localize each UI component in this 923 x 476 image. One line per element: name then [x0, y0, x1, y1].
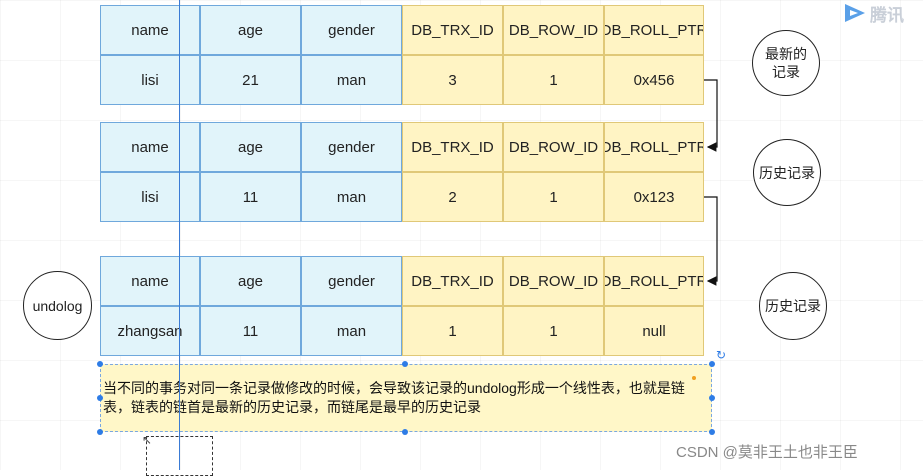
cell-db-trx-id: 1	[402, 306, 503, 356]
resize-handle-top[interactable]	[402, 361, 408, 367]
cell-age: 11	[200, 172, 301, 222]
cell-db-roll-ptr: null	[604, 306, 704, 356]
note-text: 当不同的事务对同一条记录做修改的时候，会导致该记录的undolog形成一个线性表…	[103, 380, 685, 415]
header-gender: gender	[301, 256, 402, 306]
cell-gender: man	[301, 55, 402, 105]
header-db-roll-ptr: DB_ROLL_PTR	[604, 256, 704, 306]
header-db-trx-id: DB_TRX_ID	[402, 122, 503, 172]
vertical-guide-line	[179, 0, 180, 470]
resize-handle-right[interactable]	[709, 395, 715, 401]
circle-undolog-label: undolog	[32, 297, 83, 314]
cell-name: zhangsan	[100, 306, 200, 356]
header-db-roll-ptr: DB_ROLL_PTR	[604, 122, 704, 172]
resize-handle-bottom-left[interactable]	[97, 429, 103, 435]
cell-name: lisi	[100, 172, 200, 222]
header-db-row-id: DB_ROW_ID	[503, 256, 604, 306]
circle-latest-record[interactable]: 最新的记录	[752, 30, 820, 96]
play-logo-icon	[845, 4, 865, 22]
header-gender: gender	[301, 5, 402, 55]
record-table-history-1[interactable]: name age gender DB_TRX_ID DB_ROW_ID DB_R…	[100, 122, 704, 222]
dashed-selection-box	[146, 436, 213, 476]
circle-history-label: 历史记录	[765, 298, 821, 314]
cell-name: lisi	[100, 55, 200, 105]
resize-handle-top-right[interactable]	[709, 361, 715, 367]
rotate-handle-icon[interactable]: ↻	[716, 348, 726, 362]
header-age: age	[200, 122, 301, 172]
resize-handle-left[interactable]	[97, 395, 103, 401]
circle-history-record-1[interactable]: 历史记录	[753, 139, 821, 206]
cursor-icon: ↖	[142, 433, 153, 447]
record-table-history-2[interactable]: name age gender DB_TRX_ID DB_ROW_ID DB_R…	[100, 256, 704, 356]
cell-db-roll-ptr: 0x123	[604, 172, 704, 222]
cell-gender: man	[301, 172, 402, 222]
note-textbox[interactable]: 当不同的事务对同一条记录做修改的时候，会导致该记录的undolog形成一个线性表…	[100, 364, 712, 432]
circle-latest-label: 最新的记录	[765, 46, 807, 80]
header-db-trx-id: DB_TRX_ID	[402, 256, 503, 306]
cell-gender: man	[301, 306, 402, 356]
note-corner-marker	[692, 376, 696, 380]
resize-handle-bottom[interactable]	[402, 429, 408, 435]
resize-handle-top-left[interactable]	[97, 361, 103, 367]
cell-db-trx-id: 3	[402, 55, 503, 105]
video-logo: 腾讯	[842, 0, 904, 26]
cell-db-row-id: 1	[503, 172, 604, 222]
header-age: age	[200, 256, 301, 306]
cell-db-trx-id: 2	[402, 172, 503, 222]
header-age: age	[200, 5, 301, 55]
header-db-row-id: DB_ROW_ID	[503, 122, 604, 172]
cell-db-row-id: 1	[503, 55, 604, 105]
header-db-roll-ptr: DB_ROLL_PTR	[604, 5, 704, 55]
circle-history-label: 历史记录	[759, 164, 815, 181]
csdn-watermark: CSDN @莫非王土也非王臣	[676, 444, 858, 461]
header-db-trx-id: DB_TRX_ID	[402, 5, 503, 55]
logo-text: 腾讯	[870, 5, 904, 25]
header-name: name	[100, 256, 200, 306]
header-gender: gender	[301, 122, 402, 172]
header-name: name	[100, 5, 200, 55]
circle-undolog[interactable]: undolog	[23, 271, 92, 340]
header-name: name	[100, 122, 200, 172]
header-db-row-id: DB_ROW_ID	[503, 5, 604, 55]
circle-history-record-2[interactable]: 历史记录	[759, 272, 827, 340]
cell-db-roll-ptr: 0x456	[604, 55, 704, 105]
cell-db-row-id: 1	[503, 306, 604, 356]
cell-age: 11	[200, 306, 301, 356]
record-table-latest[interactable]: name age gender DB_TRX_ID DB_ROW_ID DB_R…	[100, 5, 704, 105]
resize-handle-bottom-right[interactable]	[709, 429, 715, 435]
cell-age: 21	[200, 55, 301, 105]
